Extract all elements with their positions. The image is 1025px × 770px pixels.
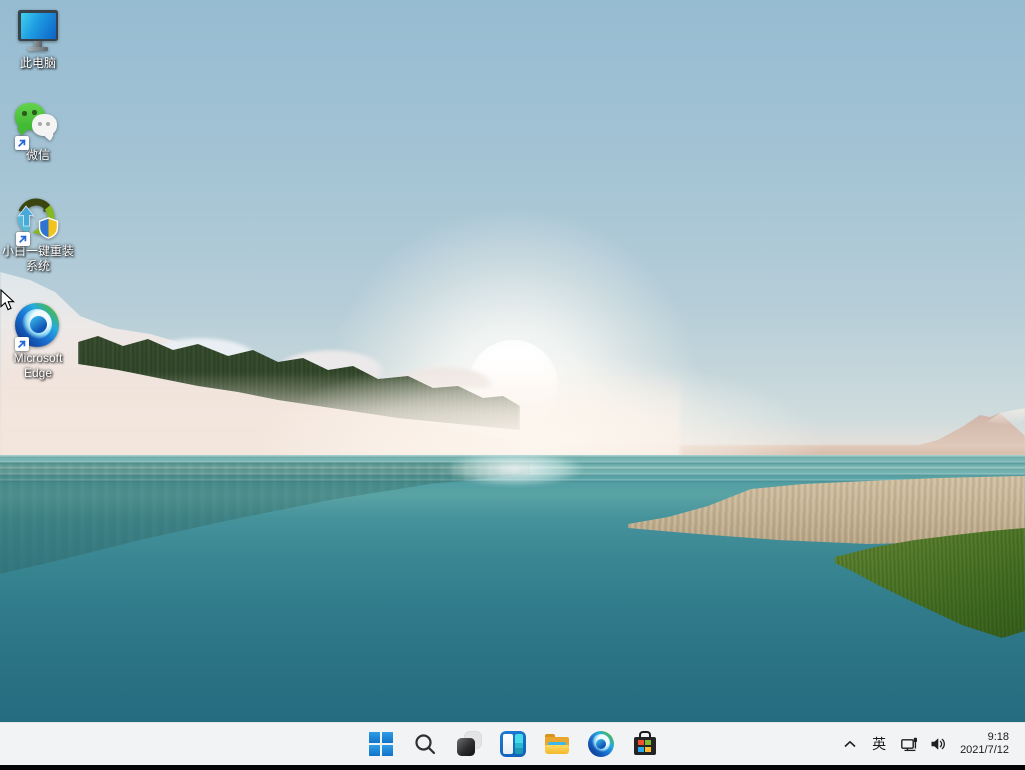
edge-icon	[15, 303, 61, 351]
task-view-icon	[456, 731, 482, 757]
widgets-button[interactable]	[491, 724, 535, 764]
edge-icon	[587, 731, 614, 757]
show-hidden-icons-button[interactable]	[836, 726, 864, 762]
shortcut-arrow-icon	[15, 337, 29, 351]
edge-button[interactable]	[579, 724, 623, 764]
chevron-up-icon	[844, 740, 856, 748]
system-tray: 英 9:18 2021/7/12	[836, 723, 1025, 765]
desktop-icon-label: 微信	[25, 148, 50, 162]
start-button[interactable]	[359, 724, 403, 764]
search-icon	[414, 734, 435, 755]
tray-time: 9:18	[987, 730, 1009, 743]
ime-indicator[interactable]: 英	[864, 726, 894, 762]
desktop-icon-wechat[interactable]: 微信	[0, 100, 76, 163]
taskbar-center-icons	[359, 723, 667, 765]
desktop-icon-microsoft-edge[interactable]: Microsoft Edge	[0, 303, 76, 381]
taskbar: 英 9:18 2021/7/12	[0, 722, 1025, 765]
file-explorer-icon	[544, 731, 570, 757]
desktop-icon-this-pc[interactable]: 此电脑	[0, 8, 76, 71]
network-icon	[900, 737, 917, 751]
wallpaper	[0, 0, 1025, 722]
desktop-icon-xiaobai-reinstall[interactable]: 小白一键重装系统	[0, 196, 76, 274]
widgets-icon	[499, 731, 526, 757]
desktop-icon-label: 小白一键重装系统	[1, 244, 74, 273]
volume-icon	[931, 738, 945, 750]
volume-button[interactable]	[924, 726, 952, 762]
microsoft-store-icon	[632, 731, 658, 757]
wechat-icon	[15, 100, 61, 150]
screen-bottom-strip	[0, 765, 1025, 770]
network-button[interactable]	[894, 726, 924, 762]
monitor-icon	[18, 10, 58, 41]
wallpaper-sun-reflection	[425, 455, 605, 501]
this-pc-icon	[15, 8, 61, 54]
desktop-icon-label: Microsoft Edge	[13, 351, 63, 380]
xiaobai-reinstall-icon	[15, 196, 61, 246]
shortcut-arrow-icon	[15, 136, 29, 150]
tray-date: 2021/7/12	[960, 744, 1009, 756]
search-button[interactable]	[403, 724, 447, 764]
desktop-icon-label: 此电脑	[19, 56, 56, 70]
file-explorer-button[interactable]	[535, 724, 579, 764]
shortcut-arrow-icon	[16, 232, 30, 246]
task-view-button[interactable]	[447, 724, 491, 764]
microsoft-store-button[interactable]	[623, 724, 667, 764]
windows-desktop: 此电脑 微信 小白一键重装系统 Microsoft Edge 英 9:18 20…	[0, 0, 1025, 770]
clock[interactable]: 9:18 2021/7/12	[956, 726, 1013, 762]
windows-start-icon	[368, 732, 393, 756]
